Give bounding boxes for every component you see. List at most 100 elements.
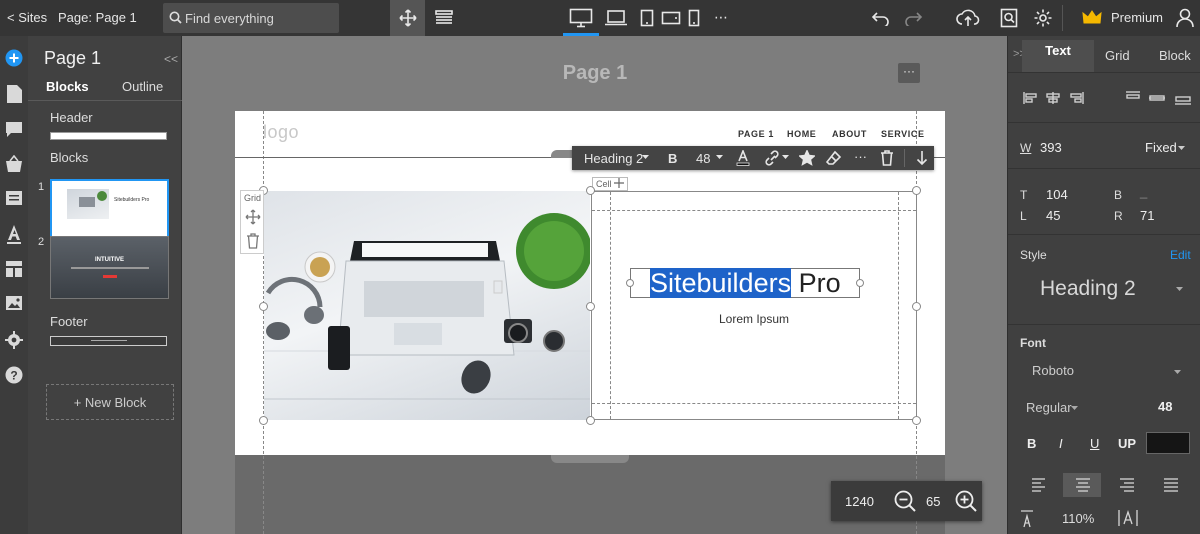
- uppercase-toggle[interactable]: UP: [1118, 436, 1136, 451]
- edit-style-link[interactable]: Edit: [1170, 248, 1191, 262]
- link-icon[interactable]: [764, 150, 782, 166]
- font-size-value[interactable]: 48: [1158, 399, 1172, 414]
- current-page-label[interactable]: Page: Page 1: [58, 10, 137, 25]
- text-box-handle[interactable]: [856, 279, 864, 287]
- zoom-in-icon[interactable]: [955, 490, 977, 512]
- nav-link-home[interactable]: HOME: [787, 129, 816, 139]
- help-button[interactable]: ?: [5, 366, 23, 384]
- width-value[interactable]: 393: [1040, 140, 1062, 155]
- text-box-handle[interactable]: [626, 279, 634, 287]
- bold-toggle[interactable]: B: [1027, 436, 1036, 451]
- text-cell[interactable]: [591, 191, 917, 420]
- media-button[interactable]: [5, 295, 23, 313]
- block-thumbnail-selected[interactable]: Sitebuilders Pro: [50, 179, 169, 242]
- device-tablet-button[interactable]: [636, 0, 658, 36]
- redo-button[interactable]: [900, 0, 928, 36]
- font-family-dropdown[interactable]: Roboto: [1032, 363, 1074, 378]
- move-tool-button[interactable]: [390, 0, 425, 36]
- page-options-button[interactable]: ···: [898, 63, 920, 83]
- text-color-swatch[interactable]: [1146, 432, 1190, 454]
- site-settings-button[interactable]: [5, 331, 23, 349]
- trash-icon[interactable]: [246, 233, 260, 249]
- account-button[interactable]: [1172, 0, 1198, 36]
- resize-handle[interactable]: [912, 302, 921, 311]
- canvas-width-value[interactable]: 1240: [845, 494, 874, 509]
- right-value[interactable]: 71: [1140, 208, 1154, 223]
- premium-crown[interactable]: [1080, 0, 1104, 36]
- letter-spacing-icon[interactable]: [1118, 509, 1138, 527]
- line-height-icon[interactable]: [1020, 510, 1034, 528]
- site-logo[interactable]: logo: [263, 122, 299, 143]
- collapse-panel-button[interactable]: <<: [164, 52, 178, 66]
- tab-block[interactable]: Block: [1159, 48, 1191, 63]
- device-tablet-landscape-button[interactable]: [659, 0, 683, 36]
- italic-toggle[interactable]: I: [1059, 436, 1063, 451]
- undo-button[interactable]: [866, 0, 894, 36]
- heading-text-rest[interactable]: Pro: [791, 268, 841, 298]
- font-weight-dropdown[interactable]: Regular: [1026, 400, 1072, 415]
- resize-handle[interactable]: [259, 416, 268, 425]
- nav-link-service[interactable]: SERVICE: [881, 129, 925, 139]
- header-thumbnail[interactable]: [50, 132, 167, 140]
- tab-blocks[interactable]: Blocks: [46, 79, 89, 94]
- zoom-out-icon[interactable]: [894, 490, 916, 512]
- underline-toggle[interactable]: U: [1090, 436, 1099, 451]
- width-mode-dropdown[interactable]: Fixed: [1145, 140, 1177, 155]
- add-element-button[interactable]: [5, 49, 23, 67]
- search-input[interactable]: Find everything: [185, 11, 274, 26]
- device-phone-button[interactable]: [684, 0, 704, 36]
- device-laptop-button[interactable]: [602, 0, 630, 36]
- text-style-dropdown[interactable]: Heading 2: [584, 151, 643, 166]
- selected-heading-text[interactable]: Sitebuilders: [650, 268, 792, 298]
- more-devices-button[interactable]: ⋯: [714, 9, 728, 26]
- comments-button[interactable]: [5, 120, 23, 138]
- line-height-value[interactable]: 110%: [1062, 511, 1094, 526]
- body-text[interactable]: Lorem Ipsum: [591, 312, 917, 326]
- resize-handle[interactable]: [586, 186, 595, 195]
- block-drag-handle[interactable]: [551, 455, 629, 463]
- store-button[interactable]: [5, 154, 23, 173]
- bottom-value[interactable]: _: [1140, 184, 1147, 199]
- layout-tool-button[interactable]: [430, 0, 458, 36]
- resize-handle[interactable]: [912, 186, 921, 195]
- search-box[interactable]: Find everything: [163, 3, 339, 33]
- nav-link-page1[interactable]: PAGE 1: [738, 129, 774, 139]
- horizontal-align-icons[interactable]: [1023, 91, 1093, 105]
- resize-handle[interactable]: [586, 302, 595, 311]
- more-options-button[interactable]: ···: [854, 149, 867, 164]
- resize-handle[interactable]: [586, 416, 595, 425]
- typography-button[interactable]: [5, 224, 23, 244]
- bold-button[interactable]: B: [668, 151, 677, 166]
- resize-handle[interactable]: [912, 416, 921, 425]
- hero-image[interactable]: [264, 191, 590, 420]
- settings-button[interactable]: [1030, 0, 1056, 36]
- pages-button[interactable]: [5, 84, 23, 103]
- block-thumbnail[interactable]: INTUITIVE: [50, 236, 169, 299]
- device-desktop-button[interactable]: [565, 0, 597, 36]
- text-align-icons[interactable]: [1031, 478, 1191, 492]
- move-icon[interactable]: [245, 209, 261, 225]
- heading-text[interactable]: Sitebuilders Pro: [650, 268, 841, 299]
- arrow-down-icon[interactable]: [916, 150, 928, 166]
- layouts-button[interactable]: [5, 260, 23, 278]
- tab-outline[interactable]: Outline: [122, 79, 163, 94]
- premium-label[interactable]: Premium: [1111, 10, 1163, 25]
- vertical-align-icons[interactable]: [1125, 91, 1193, 105]
- back-to-sites-link[interactable]: < Sites: [7, 10, 47, 25]
- eraser-icon[interactable]: [826, 150, 842, 166]
- text-color-icon[interactable]: [736, 150, 750, 166]
- publish-button[interactable]: [952, 0, 984, 36]
- font-size-dropdown[interactable]: 48: [696, 151, 710, 166]
- style-dropdown[interactable]: Heading 2: [1020, 269, 1190, 307]
- star-icon[interactable]: [799, 150, 815, 166]
- new-block-button[interactable]: + New Block: [46, 384, 174, 420]
- trash-icon[interactable]: [880, 150, 894, 166]
- tab-grid[interactable]: Grid: [1105, 48, 1130, 63]
- footer-thumbnail[interactable]: [50, 336, 167, 346]
- preview-button[interactable]: [996, 0, 1022, 36]
- popups-button[interactable]: [5, 190, 23, 208]
- tab-text[interactable]: Text: [1022, 40, 1094, 72]
- top-value[interactable]: 104: [1046, 187, 1068, 202]
- cell-tag[interactable]: Cell: [592, 177, 629, 191]
- left-value[interactable]: 45: [1046, 208, 1060, 223]
